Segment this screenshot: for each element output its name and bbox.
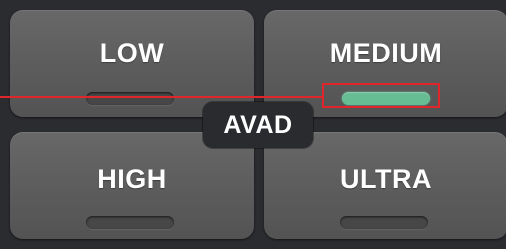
high-mode-label: HIGH: [97, 164, 167, 194]
ultra-indicator-light: [340, 216, 428, 229]
annotation-highlight-box: [322, 83, 440, 108]
high-mode-button[interactable]: HIGH: [10, 132, 254, 239]
high-indicator-light: [86, 216, 174, 229]
ultra-mode-label: ULTRA: [340, 164, 432, 194]
low-indicator-light: [86, 92, 174, 105]
medium-mode-label: MEDIUM: [329, 38, 443, 68]
low-mode-button[interactable]: LOW: [10, 10, 254, 117]
mode-selector-panel: LOW MEDIUM HIGH ULTRA AVAD: [0, 0, 506, 249]
avad-badge: AVAD: [203, 102, 313, 148]
low-mode-label: LOW: [99, 38, 165, 68]
avad-label: AVAD: [223, 111, 293, 139]
ultra-mode-button[interactable]: ULTRA: [264, 132, 506, 239]
annotation-pointer-line: [0, 96, 323, 98]
